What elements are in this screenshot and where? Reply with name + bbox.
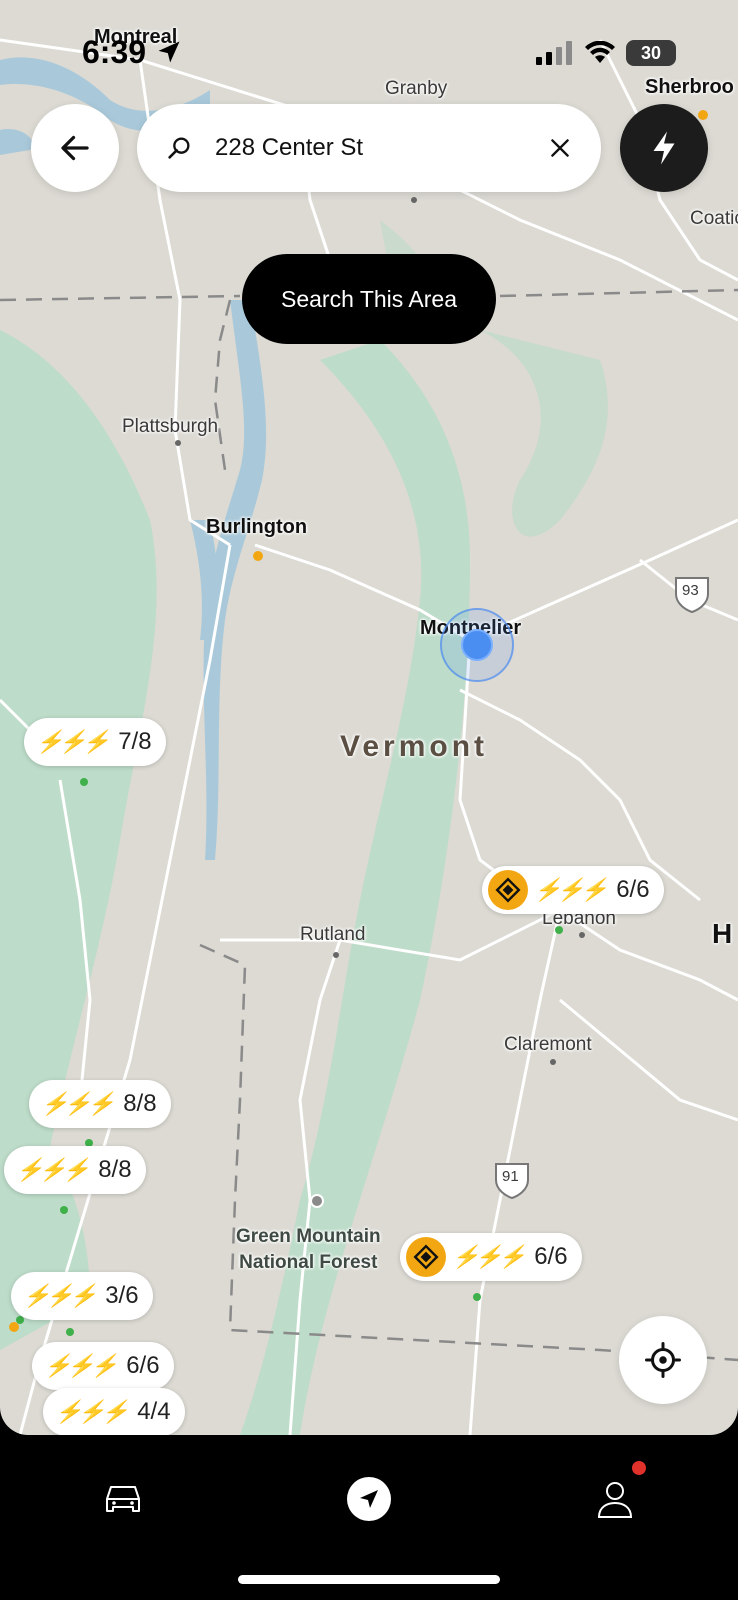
car-icon <box>106 1486 140 1512</box>
map[interactable]: Montreal Granby Sherbroo Coatic Plattsbu… <box>0 0 738 1435</box>
map-label-burlington: Burlington <box>206 516 308 538</box>
charger-availability: 4/4 <box>137 1398 171 1425</box>
nav-vehicle-tab[interactable] <box>95 1471 151 1527</box>
nav-navigation-tab[interactable] <box>341 1471 397 1527</box>
search-this-area-button[interactable]: Search This Area <box>242 254 496 344</box>
charger-availability: 8/8 <box>123 1090 157 1117</box>
navigation-arrow-icon <box>347 1477 391 1521</box>
bottom-navigation <box>0 1435 738 1600</box>
search-icon <box>168 137 190 159</box>
lightning-icon <box>653 131 675 165</box>
cellular-signal-icon <box>536 41 572 65</box>
recenter-location-button[interactable] <box>619 1316 707 1404</box>
charger-pin[interactable]: ⚡⚡⚡ 7/8 <box>24 718 166 766</box>
map-label-rutland: Rutland <box>300 924 366 945</box>
charger-availability: 6/6 <box>126 1352 160 1379</box>
notification-badge <box>632 1461 646 1475</box>
map-label-h: H <box>712 918 733 949</box>
charger-bolts-icon: ⚡⚡⚡ <box>44 1353 118 1378</box>
charger-bolts-icon: ⚡⚡⚡ <box>41 1091 115 1116</box>
map-label-green-mountain-line1: Green Mountain <box>236 1226 381 1247</box>
charger-pin[interactable]: ⚡⚡⚡ 8/8 <box>4 1146 146 1194</box>
charger-availability: 7/8 <box>118 728 152 755</box>
map-label-green-mountain: Green Mountain National Forest <box>236 1224 381 1276</box>
clear-icon[interactable] <box>547 135 573 161</box>
charger-bolts-icon: ⚡⚡⚡ <box>55 1399 129 1424</box>
charger-bolts-icon: ⚡⚡⚡ <box>534 877 608 902</box>
charger-pin[interactable]: ⚡⚡⚡ 8/8 <box>29 1080 171 1128</box>
charger-availability: 6/6 <box>534 1243 568 1270</box>
map-label-coaticook: Coatic <box>690 208 738 229</box>
wifi-icon <box>585 41 615 63</box>
network-logo-icon <box>406 1237 446 1277</box>
status-icons: 30 <box>536 40 676 66</box>
charger-pin-network[interactable]: ⚡⚡⚡ 6/6 <box>482 866 664 914</box>
back-arrow-icon <box>61 135 89 161</box>
map-label-sherbrooke: Sherbroo <box>645 76 734 98</box>
map-label-green-mountain-line2: National Forest <box>239 1252 378 1273</box>
charger-availability: 8/8 <box>98 1156 132 1183</box>
home-indicator[interactable] <box>238 1575 500 1584</box>
charger-availability: 3/6 <box>105 1282 139 1309</box>
charger-pin[interactable]: ⚡⚡⚡ 3/6 <box>11 1272 153 1320</box>
charger-bolts-icon: ⚡⚡⚡ <box>36 729 110 754</box>
back-button[interactable] <box>31 104 119 192</box>
charger-bolts-icon: ⚡⚡⚡ <box>23 1283 97 1308</box>
charger-pin[interactable]: ⚡⚡⚡ 6/6 <box>32 1342 174 1390</box>
charger-pin-network[interactable]: ⚡⚡⚡ 6/6 <box>400 1233 582 1281</box>
profile-icon <box>597 1482 633 1518</box>
route-shield-93: 93 <box>682 582 699 599</box>
charger-bolts-icon: ⚡⚡⚡ <box>452 1244 526 1269</box>
map-label-vermont: Vermont <box>340 730 489 763</box>
charging-filter-button[interactable] <box>620 104 708 192</box>
charger-bolts-icon: ⚡⚡⚡ <box>16 1157 90 1182</box>
network-logo-icon <box>488 870 528 910</box>
location-services-icon <box>158 41 180 63</box>
map-label-granby: Granby <box>385 78 448 99</box>
route-shield-91: 91 <box>502 1168 519 1185</box>
map-label-claremont: Claremont <box>504 1034 592 1055</box>
search-bar[interactable]: 228 Center St <box>137 104 601 192</box>
battery-indicator: 30 <box>626 40 676 66</box>
nav-profile-tab[interactable] <box>587 1471 643 1527</box>
charger-availability: 6/6 <box>616 876 650 903</box>
locate-icon <box>645 1342 681 1378</box>
current-location-dot <box>461 629 493 661</box>
status-time: 6:39 <box>82 34 183 71</box>
search-input[interactable]: 228 Center St <box>215 134 547 162</box>
map-label-plattsburgh: Plattsburgh <box>122 416 219 437</box>
status-time-text: 6:39 <box>82 34 147 70</box>
charger-pin[interactable]: ⚡⚡⚡ 4/4 <box>43 1388 185 1435</box>
